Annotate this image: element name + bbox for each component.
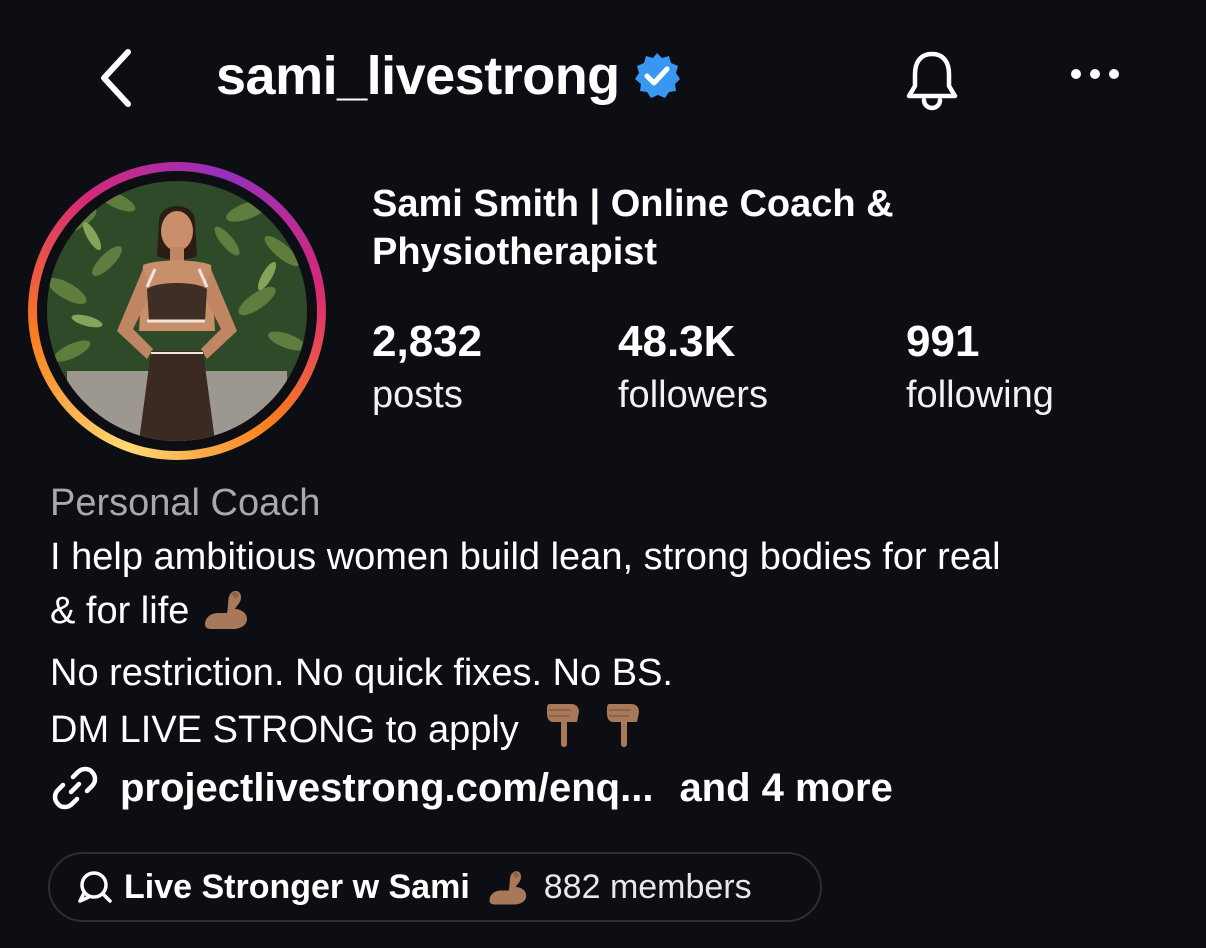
username-title: sami_livestrong <box>216 40 682 112</box>
stat-posts[interactable]: 2,832 posts <box>372 314 482 420</box>
top-bar: sami_livestrong <box>0 0 1206 150</box>
pointing-down-emoji-icon <box>603 700 643 765</box>
stat-followers[interactable]: 48.3K followers <box>618 314 768 420</box>
flexed-biceps-emoji-icon <box>201 587 249 646</box>
avatar <box>47 181 307 441</box>
followers-count: 48.3K <box>618 317 736 366</box>
following-count: 991 <box>906 317 980 366</box>
notifications-button[interactable] <box>894 42 970 118</box>
bio-line-text: DM LIVE STRONG to apply <box>50 709 519 751</box>
pointing-down-emoji-icon <box>543 700 583 765</box>
bell-icon <box>906 51 958 111</box>
broadcast-channel-pill[interactable]: Live Stronger w Sami 882 members <box>48 852 822 922</box>
more-options-button[interactable] <box>1060 48 1130 100</box>
followers-label: followers <box>618 374 768 416</box>
bio-line-text: & for life <box>50 590 190 632</box>
bio-line: I help ambitious women build lean, stron… <box>50 536 1001 578</box>
stat-following[interactable]: 991 following <box>906 314 1054 420</box>
profile-category: Personal Coach <box>50 482 321 524</box>
flexed-biceps-emoji-icon <box>486 867 528 907</box>
more-links-button[interactable]: and 4 more <box>679 760 892 816</box>
posts-count: 2,832 <box>372 317 483 366</box>
story-ring[interactable] <box>28 162 326 460</box>
bio: I help ambitious women build lean, stron… <box>50 530 1170 765</box>
bio-line-with-emoji: DM LIVE STRONG to apply <box>50 700 1170 765</box>
primary-link[interactable]: projectlivestrong.com/enq... <box>120 760 653 816</box>
username: sami_livestrong <box>216 46 620 106</box>
bio-line: No restriction. No quick fixes. No BS. <box>50 652 673 694</box>
channel-member-count: 882 members <box>543 868 752 906</box>
ellipsis-icon <box>1071 69 1119 79</box>
bio-line-with-emoji: & for life <box>50 584 1170 646</box>
link-icon <box>48 761 102 815</box>
verified-badge-icon <box>632 51 682 101</box>
broadcast-channel-icon <box>74 865 118 909</box>
display-name: Sami Smith | Online Coach & Physiotherap… <box>372 183 894 273</box>
posts-label: posts <box>372 374 463 416</box>
bio-links: projectlivestrong.com/enq... and 4 more <box>48 760 893 816</box>
following-label: following <box>906 374 1054 416</box>
channel-name: Live Stronger w Sami <box>124 868 470 906</box>
back-button[interactable] <box>88 44 144 112</box>
chevron-left-icon <box>101 49 131 107</box>
